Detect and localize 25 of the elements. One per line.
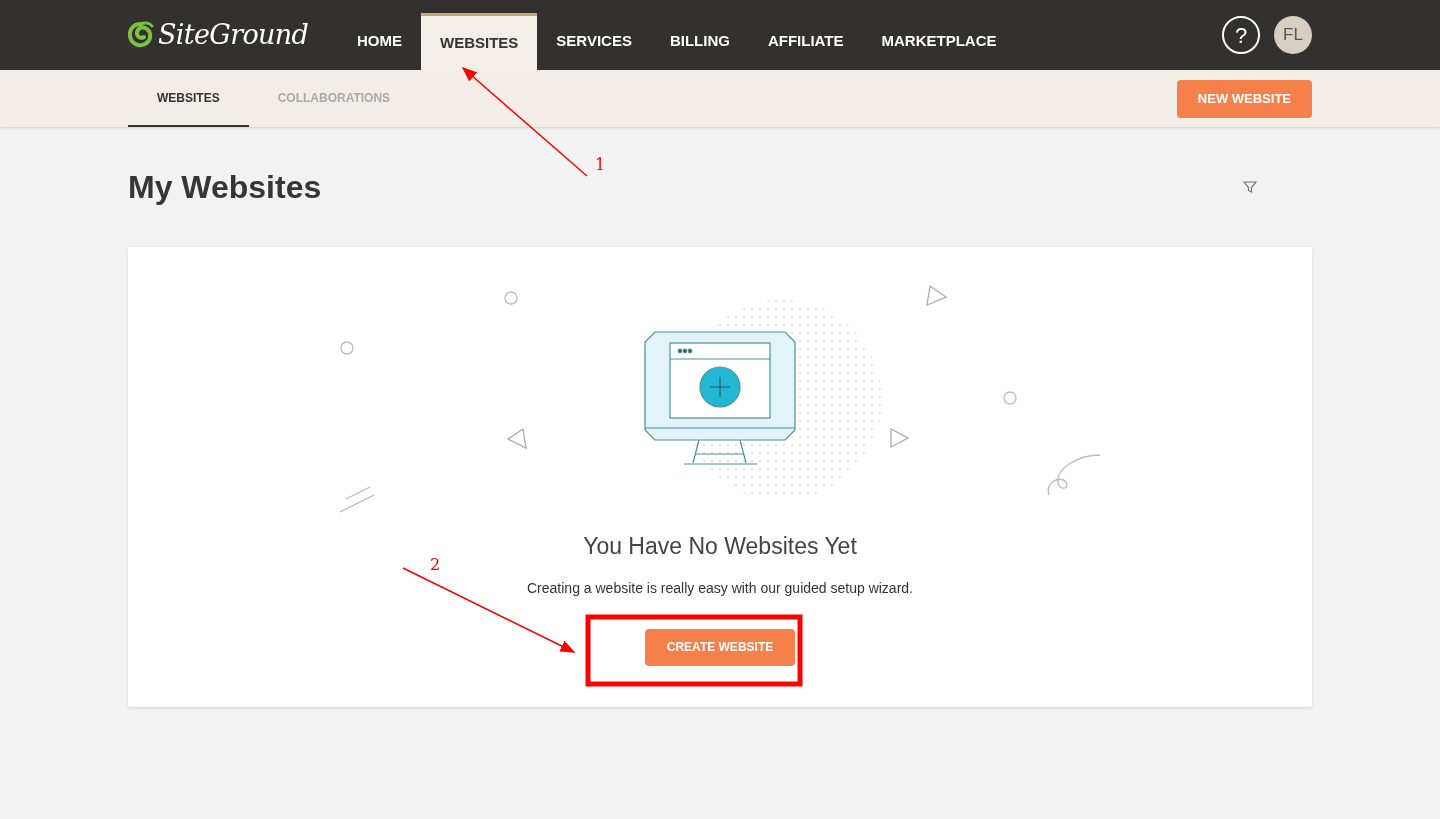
triangle-shape xyxy=(889,427,909,449)
filter-icon[interactable] xyxy=(1243,180,1257,194)
empty-state-title: You Have No Websites Yet xyxy=(583,532,857,561)
nav-tab[interactable]: WEBSITES xyxy=(421,13,538,70)
triangle-shape xyxy=(925,284,947,307)
page-title: My Websites xyxy=(128,168,322,207)
annotation-number: 1 xyxy=(595,154,606,176)
sub-tab[interactable]: WEBSITES xyxy=(128,70,249,127)
logo-swirl-icon xyxy=(128,21,154,49)
logo-text[interactable]: SiteGround xyxy=(158,14,308,56)
circle-shape xyxy=(503,291,518,305)
squiggle-line xyxy=(1047,454,1101,496)
nav-tab[interactable]: MARKETPLACE xyxy=(862,13,1016,70)
circle-shape xyxy=(1002,391,1017,405)
annotation-number: 2 xyxy=(430,554,441,576)
nav-tab[interactable]: SERVICES xyxy=(537,13,651,70)
nav-tab[interactable]: BILLING xyxy=(650,13,749,70)
nav-tab[interactable]: AFFILIATE xyxy=(748,13,863,70)
user-avatar[interactable]: FL xyxy=(1274,16,1312,54)
triangle-shape xyxy=(506,427,527,450)
help-button[interactable]: ? xyxy=(1222,16,1260,54)
double-line-shape xyxy=(338,486,375,513)
nav-tab[interactable]: HOME xyxy=(338,13,421,70)
circle-shape xyxy=(339,341,354,355)
empty-state-text: Creating a website is really easy with our guided setup wizard. xyxy=(527,578,913,598)
